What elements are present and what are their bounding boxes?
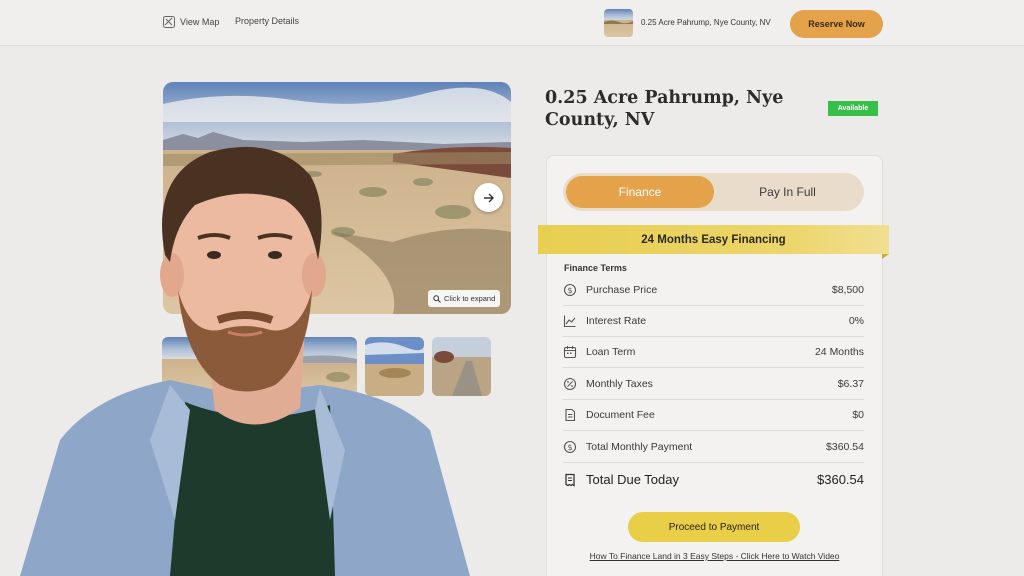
term-label: Loan Term bbox=[586, 346, 636, 358]
view-map-label: View Map bbox=[180, 17, 220, 27]
term-value: 0% bbox=[848, 315, 864, 327]
svg-text:$: $ bbox=[567, 443, 572, 452]
term-row-loan-term: Loan Term 24 Months bbox=[563, 337, 864, 368]
reserve-now-button[interactable]: Reserve Now bbox=[790, 10, 883, 38]
thumbnail-4[interactable] bbox=[365, 337, 424, 396]
thumbnail-1[interactable] bbox=[162, 337, 221, 396]
proceed-to-payment-button[interactable]: Proceed to Payment bbox=[628, 512, 800, 542]
calendar-icon bbox=[563, 345, 577, 359]
thumbnail-3[interactable] bbox=[298, 337, 357, 396]
listing-thumbnail bbox=[604, 9, 633, 37]
click-to-expand-button[interactable]: Click to expand bbox=[428, 290, 501, 307]
tab-finance[interactable]: Finance bbox=[566, 176, 714, 208]
term-label: Monthly Taxes bbox=[586, 378, 653, 390]
status-badge: Available bbox=[828, 101, 878, 116]
dollar-circle-icon: $ bbox=[563, 440, 577, 454]
term-value: 24 Months bbox=[814, 346, 864, 358]
total-value: $360.54 bbox=[817, 472, 864, 487]
property-details-label: Property Details bbox=[235, 16, 300, 26]
term-label: Purchase Price bbox=[586, 284, 658, 296]
finance-video-link[interactable]: How To Finance Land in 3 Easy Steps - Cl… bbox=[546, 551, 883, 561]
chart-line-icon bbox=[563, 314, 577, 328]
dollar-circle-icon: $ bbox=[563, 283, 577, 297]
term-row-document-fee: Document Fee $0 bbox=[563, 400, 864, 431]
arrow-right-icon bbox=[483, 193, 494, 202]
term-row-interest-rate: Interest Rate 0% bbox=[563, 306, 864, 337]
term-label: Document Fee bbox=[586, 409, 655, 421]
top-bar: View Map Property Details 0.25 Acre Pahr… bbox=[0, 0, 1024, 46]
tab-pay-in-full[interactable]: Pay In Full bbox=[714, 176, 861, 208]
receipt-icon bbox=[563, 473, 577, 487]
finance-terms-label: Finance Terms bbox=[564, 263, 627, 273]
map-icon bbox=[163, 16, 175, 28]
svg-text:$: $ bbox=[567, 286, 572, 295]
document-icon bbox=[563, 408, 577, 422]
term-label: Interest Rate bbox=[586, 315, 647, 327]
listing-title: 0.25 Acre Pahrump, Nye County, NV bbox=[641, 18, 771, 27]
term-row-total-due-today: Total Due Today $360.54 bbox=[563, 464, 864, 495]
zoom-icon bbox=[433, 294, 441, 303]
total-label: Total Due Today bbox=[586, 472, 679, 487]
term-row-purchase-price: $ Purchase Price $8,500 bbox=[563, 275, 864, 306]
main-property-photo[interactable] bbox=[163, 82, 511, 314]
term-row-total-monthly-payment: $ Total Monthly Payment $360.54 bbox=[563, 432, 864, 463]
term-value: $8,500 bbox=[831, 284, 864, 296]
next-photo-button[interactable] bbox=[474, 183, 503, 212]
property-details-link[interactable]: Property Details bbox=[235, 16, 299, 26]
expand-label: Click to expand bbox=[444, 294, 496, 303]
term-label: Total Monthly Payment bbox=[586, 441, 693, 453]
term-value: $360.54 bbox=[826, 441, 864, 453]
financing-ribbon: 24 Months Easy Financing bbox=[538, 225, 889, 259]
term-value: $6.37 bbox=[837, 378, 864, 390]
view-map-link[interactable]: View Map bbox=[163, 16, 219, 28]
term-row-monthly-taxes: Monthly Taxes $6.37 bbox=[563, 369, 864, 400]
tax-badge-icon bbox=[563, 377, 577, 391]
thumbnail-5[interactable] bbox=[432, 337, 491, 396]
property-title: 0.25 Acre Pahrump, Nye County, NV bbox=[545, 88, 784, 130]
term-value: $0 bbox=[852, 409, 864, 421]
